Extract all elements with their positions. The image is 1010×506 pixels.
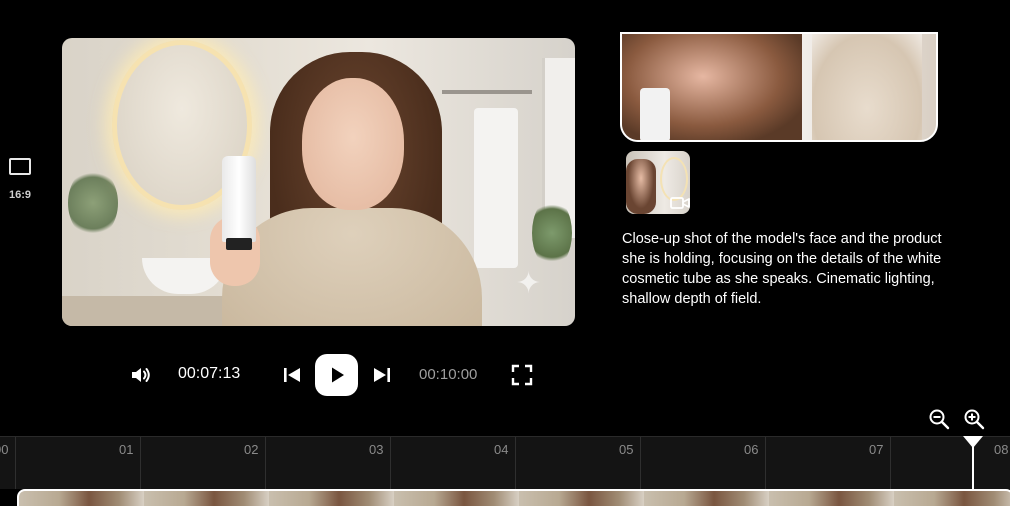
current-time: 00:07:13: [178, 365, 241, 382]
timeline-tick-label: 03: [369, 442, 384, 457]
timeline-tick-label: 07: [869, 442, 884, 457]
fullscreen-button[interactable]: [510, 363, 534, 387]
volume-icon: [132, 368, 150, 382]
timeline-clip-strip[interactable]: [17, 489, 1010, 506]
timeline-tick-label: 02: [244, 442, 259, 457]
timeline-tick: 05: [619, 437, 641, 489]
timeline-tick: 02: [244, 437, 266, 489]
reference-thumbnail-model: [626, 159, 656, 214]
timeline-tick-label: 00: [0, 442, 9, 457]
zoom-in-button[interactable]: [963, 408, 985, 430]
video-camera-icon: [670, 197, 690, 209]
zoom-out-icon: [929, 409, 950, 430]
timeline-tick: 01: [119, 437, 141, 489]
clip-thumbnail-hands: [812, 34, 922, 140]
volume-button[interactable]: [128, 362, 154, 388]
timeline-tick: 03: [369, 437, 391, 489]
timeline-tick: 06: [744, 437, 766, 489]
transport-controls: 00:07:13 00:10:00: [0, 354, 1010, 396]
clip-thumbnail[interactable]: [620, 32, 938, 142]
timeline-tick: 04: [494, 437, 516, 489]
preview-towel-rail: [442, 90, 532, 94]
timeline-tick: 07: [869, 437, 891, 489]
clip-thumbnail-tube: [640, 88, 670, 140]
sparkle-icon: ✦: [516, 267, 542, 300]
preview-product-cap: [226, 238, 252, 250]
timeline-tick-label: 01: [119, 442, 134, 457]
preview-towel: [474, 108, 518, 268]
preview-plant: [68, 168, 118, 238]
preview-model-face: [302, 78, 404, 210]
skip-next-icon: [374, 368, 390, 382]
timeline-tick-label: 06: [744, 442, 759, 457]
fullscreen-icon: [511, 364, 533, 386]
prompt-text: Close-up shot of the model's face and th…: [622, 231, 942, 307]
video-preview[interactable]: ✦: [62, 38, 575, 326]
playhead-handle[interactable]: [962, 436, 983, 448]
skip-previous-icon: [284, 368, 300, 382]
play-icon: [331, 367, 344, 383]
timeline-tick-label: 08: [994, 442, 1009, 457]
zoom-in-icon: [964, 409, 985, 430]
zoom-out-button[interactable]: [928, 408, 950, 430]
timeline-tick-label: 04: [494, 442, 509, 457]
preview-plant-right: [532, 198, 572, 268]
aspect-ratio-label: 16:9: [8, 189, 32, 201]
skip-previous-button[interactable]: [280, 363, 304, 387]
aspect-ratio-icon: [9, 158, 31, 175]
timeline-tick-label: 05: [619, 442, 634, 457]
total-duration: 00:10:00: [419, 366, 478, 383]
preview-product-tube: [222, 156, 256, 242]
play-button[interactable]: [315, 354, 358, 396]
timeline-tick: 00: [0, 437, 16, 489]
aspect-ratio-control[interactable]: 16:9: [6, 158, 34, 201]
reference-thumbnail[interactable]: [626, 151, 690, 214]
timeline-ruler[interactable]: 00 01 02 03 04 05 06 07 08: [0, 436, 1010, 489]
preview-model-sweater: [222, 208, 482, 326]
skip-next-button[interactable]: [370, 363, 394, 387]
